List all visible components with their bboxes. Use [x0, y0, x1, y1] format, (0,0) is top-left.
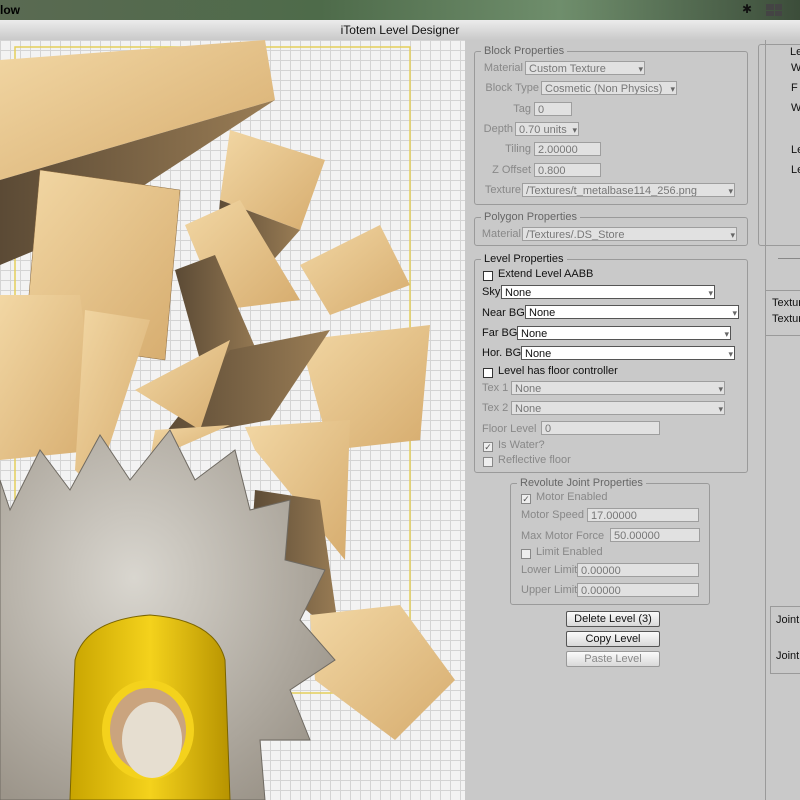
upper-limit-label: Upper Limit — [521, 584, 578, 596]
lower-limit-field[interactable]: 0.00000 — [577, 563, 699, 577]
floor-level-field[interactable]: 0 — [541, 421, 660, 435]
paste-level-button[interactable]: Paste Level — [566, 651, 660, 667]
near-bg-select[interactable]: None — [525, 305, 739, 319]
far-label-1: W — [791, 62, 800, 74]
near-bg-label: Near BG — [482, 307, 525, 319]
far-label-2: F — [791, 82, 798, 94]
far-bg-label: Far BG — [482, 327, 518, 339]
app-menu-name[interactable]: low — [0, 3, 20, 17]
is-water-label: Is Water? — [498, 439, 545, 451]
far-label-4: Le — [791, 144, 800, 156]
motor-speed-label: Motor Speed — [521, 509, 584, 521]
far-label-5: Le — [791, 164, 800, 176]
polygon-material-select[interactable]: /Textures/.DS_Store — [522, 227, 737, 241]
motor-enabled-label: Motor Enabled — [536, 491, 608, 503]
properties-panel: Block Properties Material Custom Texture… — [465, 40, 765, 800]
level-viewport[interactable] — [0, 40, 465, 800]
texture-select[interactable]: /Textures/t_metalbase114_256.png — [522, 183, 735, 197]
window-title: iTotem Level Designer — [340, 23, 460, 37]
spaces-icon[interactable] — [766, 4, 782, 16]
is-water-checkbox[interactable]: ✓ — [483, 442, 493, 452]
max-motor-force-field[interactable]: 50.00000 — [610, 528, 700, 542]
reflective-checkbox[interactable] — [483, 457, 493, 467]
hor-bg-select[interactable]: None — [521, 346, 735, 360]
polygon-properties-legend: Polygon Properties — [484, 211, 577, 223]
block-type-select[interactable]: Cosmetic (Non Physics) — [541, 81, 677, 95]
window-title-bar: iTotem Level Designer — [0, 20, 800, 41]
limit-enabled-label: Limit Enabled — [536, 546, 603, 558]
scene-render — [0, 40, 455, 800]
copy-level-button[interactable]: Copy Level — [566, 631, 660, 647]
motor-speed-field[interactable]: 17.00000 — [587, 508, 699, 522]
motor-enabled-checkbox[interactable]: ✓ — [521, 494, 531, 504]
limit-enabled-checkbox[interactable] — [521, 549, 531, 559]
depth-select[interactable]: 0.70 units — [515, 122, 579, 136]
floor-controller-checkbox[interactable] — [483, 368, 493, 378]
tex2-select[interactable]: None — [511, 401, 725, 415]
menu-bar: low ✱ — [0, 0, 800, 20]
tex1-select[interactable]: None — [511, 381, 725, 395]
far-legend-fragment: Le — [790, 46, 800, 58]
polygon-material-label: Material — [481, 228, 521, 240]
bluetooth-icon[interactable]: ✱ — [742, 2, 752, 16]
far-bg-select[interactable]: None — [517, 326, 731, 340]
max-motor-force-label: Max Motor Force — [521, 530, 605, 542]
texture-label: Texture — [484, 184, 521, 196]
lower-limit-label: Lower Limit — [521, 564, 578, 576]
floor-level-label: Floor Level — [482, 423, 537, 435]
extend-aabb-checkbox[interactable] — [483, 271, 493, 281]
secondary-panel: Le W F W Le Le Textur Textur Joint Joint — [758, 40, 800, 800]
block-properties-legend: Block Properties — [484, 45, 565, 57]
depth-label: Depth — [483, 123, 513, 135]
tiling-field[interactable]: 2.00000 — [534, 142, 601, 156]
reflective-label: Reflective floor — [498, 454, 571, 466]
zoffset-label: Z Offset — [492, 164, 531, 176]
upper-limit-field[interactable]: 0.00000 — [577, 583, 699, 597]
far-joint-label-2: Joint — [776, 650, 800, 662]
zoffset-field[interactable]: 0.800 — [534, 163, 601, 177]
tag-field[interactable]: 0 — [534, 102, 572, 116]
sky-select[interactable]: None — [501, 285, 715, 299]
floor-controller-label: Level has floor controller — [498, 365, 618, 377]
material-select[interactable]: Custom Texture — [525, 61, 645, 75]
far-texture-label-1: Textur — [772, 297, 800, 309]
tex2-label: Tex 2 — [482, 402, 509, 414]
revolute-joint-legend: Revolute Joint Properties — [520, 477, 643, 489]
far-joint-label-1: Joint — [776, 614, 800, 626]
block-type-label: Block Type — [485, 82, 539, 94]
tiling-label: Tiling — [505, 143, 531, 155]
sky-label: Sky — [482, 286, 501, 298]
material-label: Material — [483, 62, 523, 74]
level-properties-legend: Level Properties — [484, 253, 564, 265]
hor-bg-label: Hor. BG — [482, 347, 522, 359]
tex1-label: Tex 1 — [482, 382, 509, 394]
far-label-3: W — [791, 102, 800, 114]
tag-label: Tag — [513, 103, 531, 115]
far-texture-label-2: Textur — [772, 313, 800, 325]
delete-level-button[interactable]: Delete Level (3) — [566, 611, 660, 627]
extend-aabb-label: Extend Level AABB — [498, 268, 594, 280]
